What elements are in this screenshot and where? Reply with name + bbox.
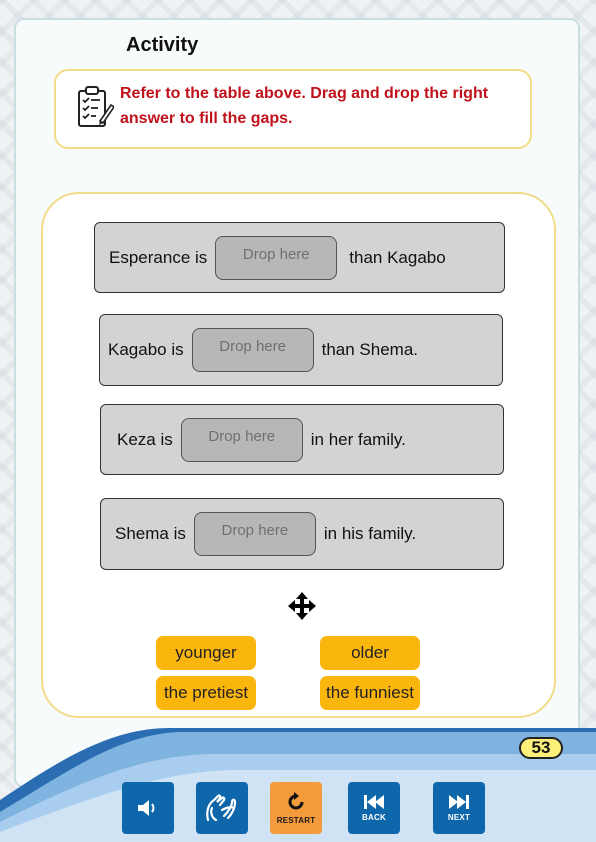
answer-chip-the-funniest[interactable]: the funniest — [320, 676, 420, 710]
sentence-row: Esperance is Drop here than Kagabo — [94, 222, 505, 293]
restart-label: RESTART — [276, 816, 316, 825]
answer-chip-the-pretiest[interactable]: the pretiest — [156, 676, 256, 710]
restart-button[interactable]: RESTART — [270, 782, 322, 834]
answer-chip-younger[interactable]: younger — [156, 636, 256, 670]
sign-language-button[interactable] — [196, 782, 248, 834]
restart-icon — [288, 792, 304, 810]
sentence-row: Shema is Drop here in his family. — [100, 498, 504, 570]
instruction-box: Refer to the table above. Drag and drop … — [54, 69, 532, 149]
sentence-row: Kagabo is Drop here than Shema. — [99, 314, 503, 386]
sentence-prefix: Esperance is — [109, 247, 208, 267]
answer-chip-older[interactable]: older — [320, 636, 420, 670]
page-number-badge: 53 — [519, 737, 563, 759]
sentence-prefix: Keza is — [117, 429, 173, 449]
sentence-row: Keza is Drop here in her family. — [100, 404, 504, 475]
move-cursor-icon — [288, 592, 316, 620]
drop-zone[interactable]: Drop here — [193, 512, 316, 556]
next-button[interactable]: NEXT — [433, 782, 485, 834]
drop-zone[interactable]: Drop here — [191, 328, 314, 372]
back-button[interactable]: BACK — [348, 782, 400, 834]
sentence-prefix: Kagabo is — [108, 340, 184, 359]
sentence-suffix: than Shema. — [321, 340, 419, 359]
activity-title: Activity — [126, 34, 199, 56]
audio-button[interactable] — [122, 782, 174, 834]
back-label: BACK — [362, 813, 386, 822]
drop-zone[interactable]: Drop here — [215, 235, 338, 280]
next-label: NEXT — [447, 813, 471, 822]
sentence-suffix: in her family. — [310, 429, 406, 449]
instruction-text: Refer to the table above. Drag and drop … — [120, 85, 489, 127]
speaker-icon — [138, 800, 155, 816]
sign-language-icon — [206, 794, 237, 822]
previous-track-icon — [364, 795, 384, 809]
sentence-suffix: than Kagabo — [349, 247, 446, 267]
sentence-prefix: Shema is — [115, 524, 186, 543]
sentence-suffix: in his family. — [323, 524, 417, 543]
drop-zone[interactable]: Drop here — [180, 417, 303, 462]
next-track-icon — [449, 795, 469, 809]
clipboard-checklist-icon — [78, 86, 114, 127]
